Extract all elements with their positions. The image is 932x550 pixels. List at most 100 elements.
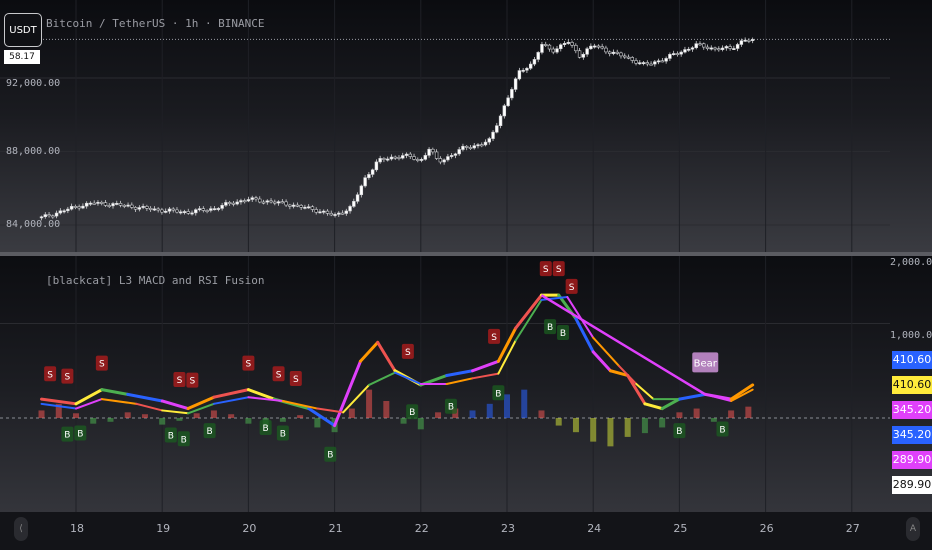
auto-scale-button[interactable]: A (906, 517, 920, 541)
candle-body (145, 206, 149, 209)
histogram-bar (607, 418, 614, 447)
fusion-line (160, 399, 190, 411)
histogram-bar (38, 410, 45, 418)
price-pane[interactable]: USDT 58.17 Bitcoin / TetherUS · 1h · BIN… (0, 0, 932, 252)
candle-body (434, 151, 439, 159)
candle-body (182, 211, 187, 213)
candle-body (427, 148, 431, 156)
indicator-tick: 1,000.00 (890, 330, 932, 341)
signal-line (342, 383, 371, 414)
candle-body (355, 194, 360, 202)
candle-body (506, 97, 510, 107)
candle-body (160, 209, 164, 213)
x-tick: 21 (328, 522, 343, 535)
buy-signal-text: B (64, 431, 70, 441)
candle-body (81, 205, 85, 209)
sell-signal-text: S (556, 265, 562, 275)
candle-body (329, 213, 333, 216)
sell-signal: S (242, 355, 255, 371)
candle-body (668, 54, 672, 59)
candle-body (589, 45, 593, 50)
fusion-line (212, 388, 250, 399)
sell-signal: S (95, 355, 108, 371)
histogram-bar (521, 389, 528, 418)
candle-body (581, 53, 586, 58)
candle-body (62, 210, 66, 213)
candle-body (367, 174, 371, 178)
candle-body (224, 202, 228, 206)
histogram-bar (193, 413, 200, 418)
buy-signal-text: B (676, 427, 682, 437)
candle-body (536, 52, 540, 60)
candle-body (472, 145, 476, 149)
indicator-chart-svg[interactable]: S SSS SSS SSSS SSB B B BB BBBBBBBBB BBear (0, 256, 932, 512)
histogram-bar (383, 400, 390, 418)
candle-body (442, 159, 446, 163)
candle-body (521, 69, 525, 72)
candle-body (600, 46, 604, 49)
buy-signal: B (324, 446, 337, 462)
time-axis[interactable] (0, 512, 932, 550)
candle-body (732, 48, 736, 50)
candle-body (457, 149, 461, 155)
candle-body (186, 211, 190, 214)
scroll-left-button[interactable]: ⟨ (14, 517, 28, 541)
candle-body (607, 51, 612, 54)
sell-signal-text: S (569, 283, 575, 293)
buy-signal-text: B (77, 429, 83, 439)
signal-line (678, 393, 707, 401)
candle-body (574, 44, 578, 52)
candle-body (115, 203, 119, 205)
histogram-bar (176, 418, 183, 421)
candle-body (77, 206, 81, 209)
candle-body (397, 157, 401, 159)
sell-signal-text: S (543, 265, 549, 275)
candle-body (713, 47, 717, 50)
fusion-line (358, 340, 380, 363)
value-label: 345.20 (892, 401, 932, 419)
sell-signal: S (552, 261, 565, 277)
candle-body (325, 210, 330, 214)
candle-body (88, 202, 93, 205)
candle-body (735, 44, 740, 49)
sell-signal-text: S (47, 370, 53, 380)
candle-body (476, 144, 480, 147)
candle-body (306, 206, 311, 209)
x-tick: 23 (501, 522, 515, 535)
candle-body (664, 58, 668, 62)
buy-signal-text: B (409, 408, 415, 418)
candle-body (209, 208, 213, 211)
candle-body (577, 50, 582, 58)
fusion-line (100, 388, 130, 396)
sell-signal: S (186, 372, 199, 388)
candle-body (84, 202, 89, 207)
candle-body (687, 48, 691, 51)
candle-body (318, 211, 322, 214)
signal-line (368, 371, 396, 386)
price-chart-svg[interactable] (0, 0, 932, 252)
candle-body (171, 208, 175, 211)
candle-body (705, 46, 710, 49)
candle-body (551, 48, 555, 53)
bear-divergence-line (540, 294, 706, 396)
symbol-title[interactable]: Bitcoin / TetherUS · 1h · BINANCE (46, 17, 265, 30)
candle-body (303, 206, 307, 209)
ticker-badge[interactable]: USDT (4, 13, 42, 47)
candle-body (126, 204, 130, 207)
candle-body (513, 78, 518, 90)
candle-body (194, 209, 198, 214)
candle-body (322, 210, 326, 213)
signal-line (393, 371, 422, 385)
price-tick: 84,000.00 (6, 219, 61, 230)
x-tick: 24 (587, 522, 602, 535)
fusion-line (660, 397, 681, 411)
candle-body (201, 208, 206, 211)
histogram-bar (624, 418, 631, 437)
indicator-pane[interactable]: S S S S S S S S S S S S S B B B B B B B B B B B B B B B Bear [blackc… (0, 256, 932, 512)
candle-body (453, 153, 458, 156)
indicator-title[interactable]: [blackcat] L3 MACD and RSI Fusion (46, 274, 265, 287)
buy-signal: B (61, 426, 74, 442)
sell-signal-text: S (99, 360, 105, 370)
buy-signal: B (259, 419, 272, 435)
value-label: 289.90 (892, 451, 932, 469)
